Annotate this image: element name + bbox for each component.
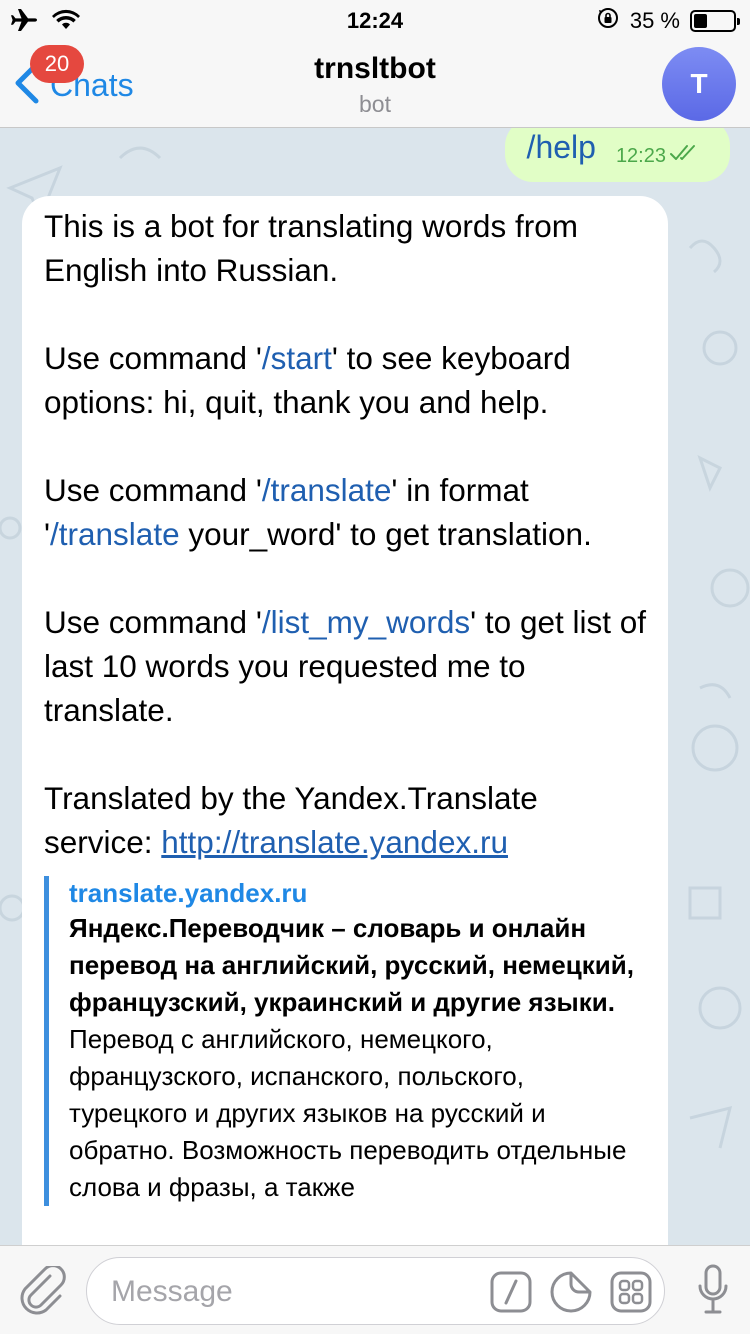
message-meta: 12:23 [616, 144, 700, 168]
command-link-translate[interactable]: /translate [262, 472, 392, 508]
outgoing-message-text: /help [526, 128, 596, 165]
message-field[interactable] [86, 1257, 665, 1325]
avatar[interactable]: T [662, 47, 736, 121]
composer-bar [0, 1245, 750, 1334]
battery-percent: 35 % [629, 8, 680, 33]
link-preview-title: Яндекс.Переводчик – словарь и онлайн пер… [69, 913, 634, 1017]
chat-subtitle: bot [359, 91, 391, 117]
message-input[interactable] [111, 1272, 491, 1312]
bot-commands-icon[interactable] [490, 1271, 532, 1318]
message-time: 12:23 [615, 144, 666, 167]
microphone-icon[interactable] [698, 1264, 728, 1321]
paperclip-icon[interactable] [20, 1264, 66, 1321]
message-paragraph: Translated by the Yandex.Translate servi… [44, 780, 538, 860]
chat-area[interactable]: /help 12:23 This is a bot for translatin… [0, 128, 750, 1245]
message-paragraph: Use command '/translate' in format '/tra… [44, 472, 592, 552]
chat-header: Chats 20 trnsltbot bot T [0, 40, 750, 128]
message-paragraph: This is a bot for translating words from… [44, 208, 578, 288]
bot-keyboard-icon[interactable] [610, 1271, 652, 1318]
link-preview-site: translate.yandex.ru [69, 878, 308, 908]
message-paragraph: Use command '/start' to see keyboard opt… [44, 340, 571, 420]
double-check-icon [670, 144, 700, 168]
status-bar: 12:24 35 % [0, 0, 750, 40]
rotation-lock-icon [596, 6, 620, 36]
outgoing-message[interactable]: /help 12:23 [504, 128, 730, 182]
link-preview[interactable]: translate.yandex.ru Яндекс.Переводчик – … [44, 876, 646, 1206]
incoming-message[interactable]: This is a bot for translating words from… [22, 196, 668, 1245]
message-paragraph: Use command '/list_my_words' to get list… [44, 604, 647, 728]
command-link-start[interactable]: /start [262, 340, 332, 376]
chat-title[interactable]: trnsltbot [0, 52, 750, 86]
command-link-list-my-words[interactable]: /list_my_words [262, 604, 470, 640]
yandex-link[interactable]: http://translate.yandex.ru [161, 824, 508, 860]
incoming-message-text: This is a bot for translating words from… [44, 204, 646, 864]
sticker-icon[interactable] [550, 1271, 592, 1318]
battery-icon [690, 10, 740, 32]
link-preview-description: Перевод с английского, немецкого, францу… [69, 1024, 627, 1202]
command-link-translate[interactable]: /translate [50, 516, 180, 552]
